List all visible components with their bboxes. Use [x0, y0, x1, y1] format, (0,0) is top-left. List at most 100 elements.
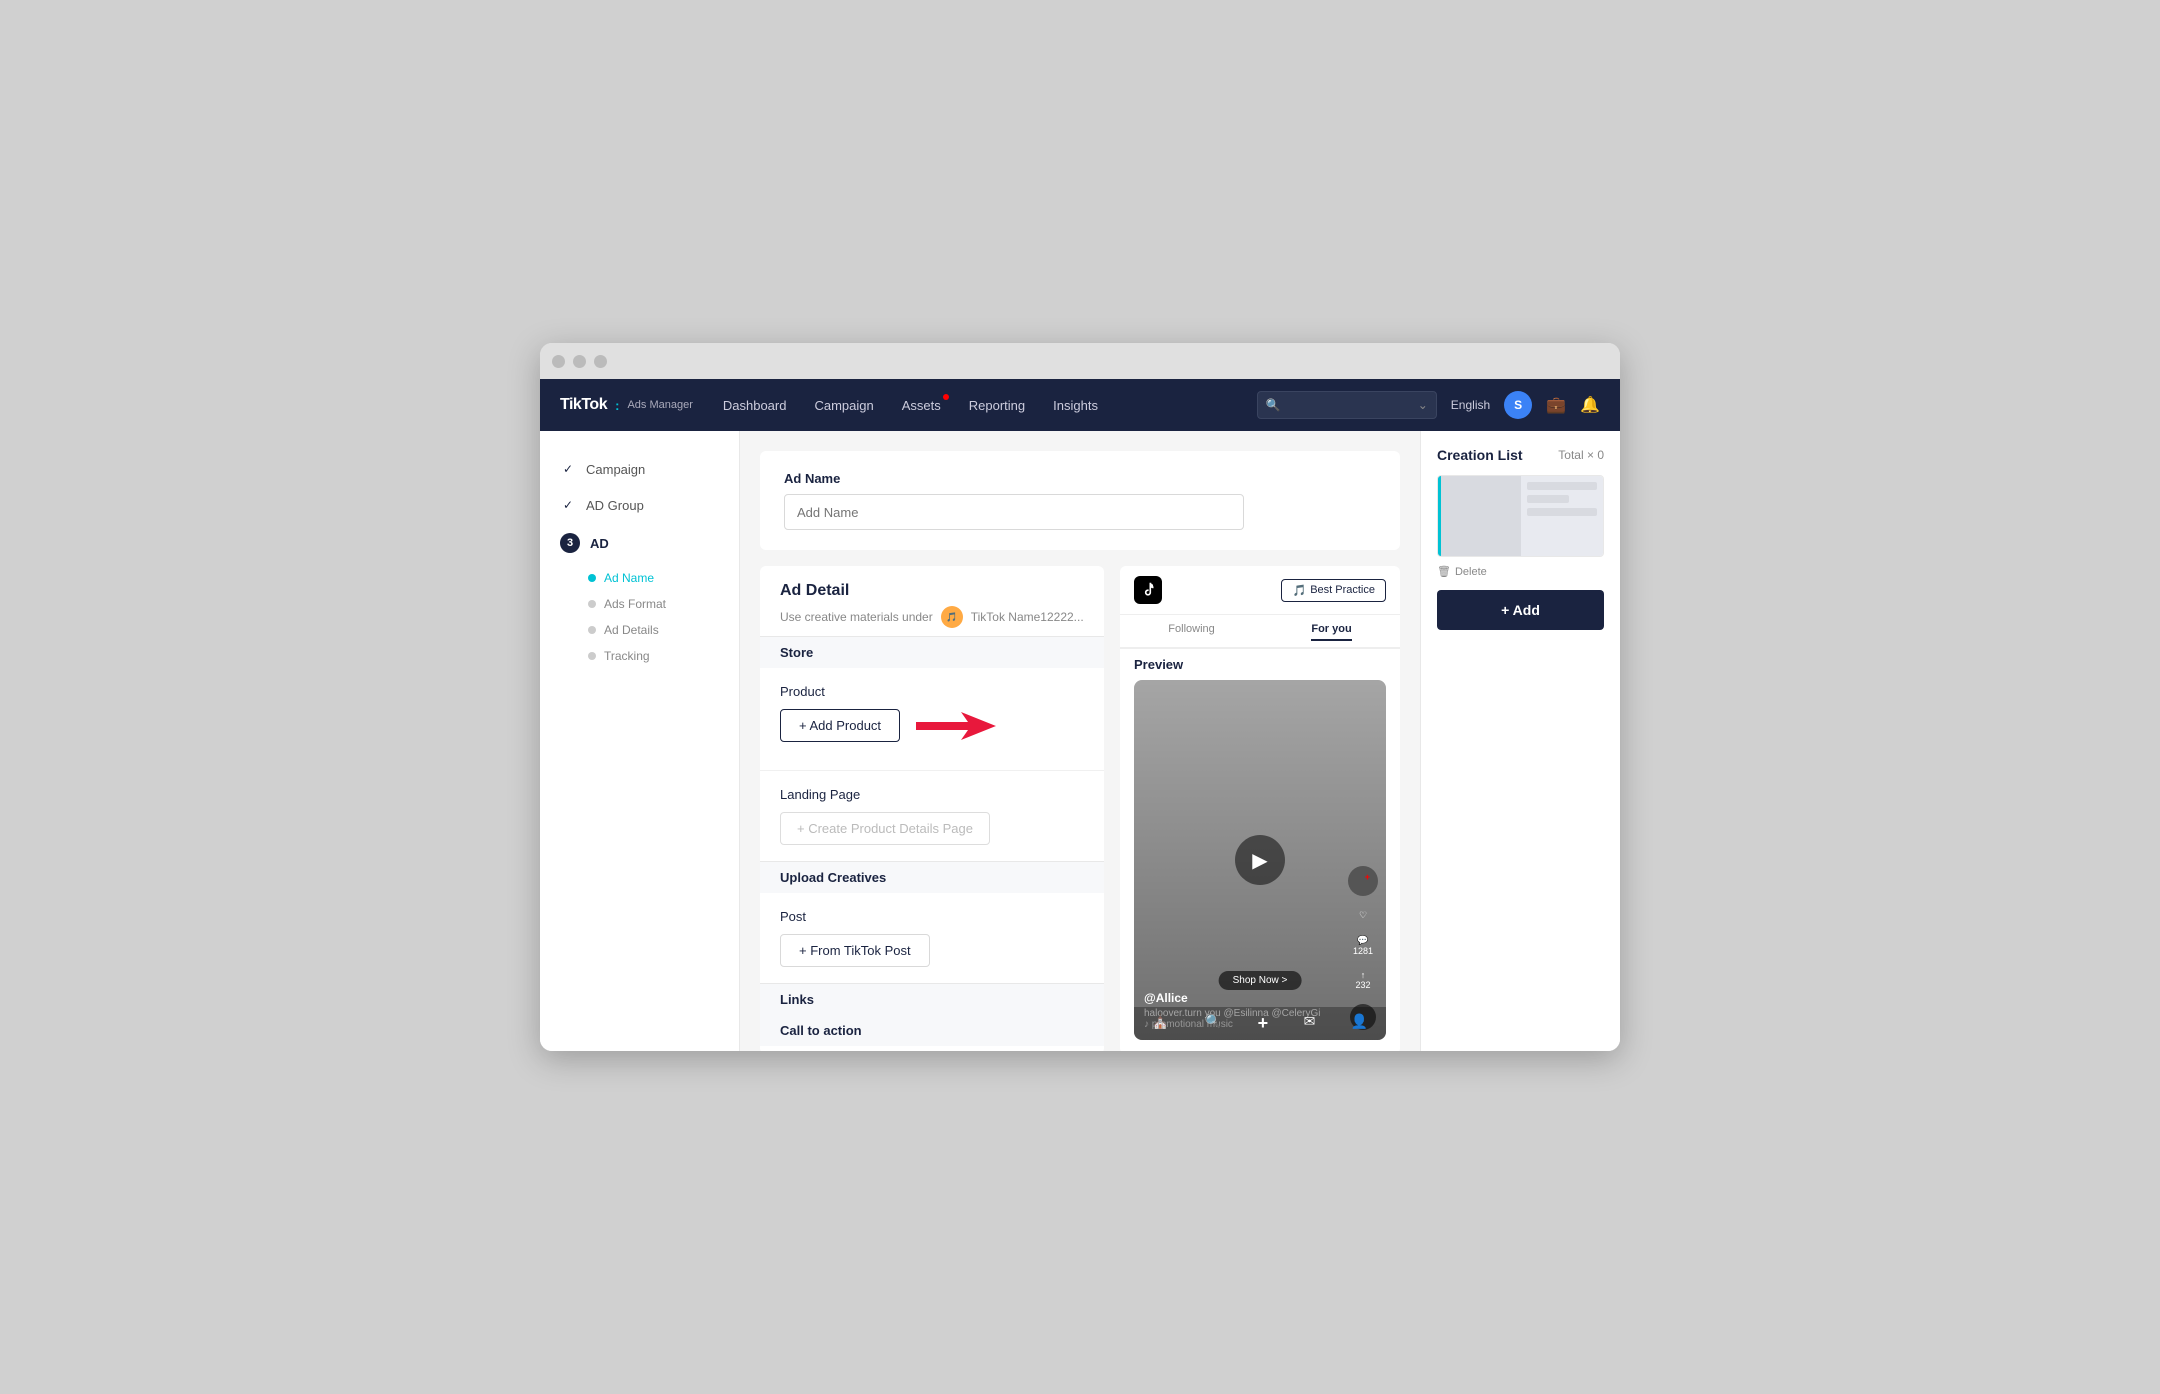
landing-page-label: Landing Page [780, 787, 1084, 802]
from-tiktok-label: + From TikTok Post [799, 943, 911, 958]
minimize-btn[interactable] [573, 355, 586, 368]
titlebar [540, 343, 1620, 379]
briefcase-icon[interactable]: 💼 [1546, 395, 1566, 415]
home-icon: ⛪ [1152, 1013, 1169, 1034]
nav-assets[interactable]: Assets [902, 398, 941, 413]
ad-detail-card: Ad Detail Use creative materials under 🎵… [760, 566, 1104, 1051]
dot-icon-3 [588, 626, 596, 634]
sidebar-sub-tracking[interactable]: Tracking [540, 641, 739, 667]
close-btn[interactable] [552, 355, 565, 368]
preview-video: ▶ @Allice haloover.turn you @Esilinna @C… [1134, 680, 1386, 1040]
account-avatar: 🎵 [941, 606, 963, 628]
video-username: @Allice [1144, 991, 1346, 1005]
maximize-btn[interactable] [594, 355, 607, 368]
sidebar-adname-label: Ad Name [604, 571, 654, 585]
cta-section-header: Call to action [760, 1015, 1104, 1046]
upload-creatives-header: Upload Creatives [760, 861, 1104, 893]
tiktok-logo-icon [1139, 581, 1157, 599]
inbox-icon: ✉ [1304, 1013, 1316, 1034]
creation-list-panel: Creation List Total × 0 🗑 Delete [1420, 431, 1620, 1051]
add-product-button[interactable]: + Add Product [780, 709, 900, 742]
preview-line-1 [1527, 482, 1598, 490]
account-name-text: TikTok Name12222... [971, 610, 1084, 624]
arrow-icon [906, 708, 996, 744]
notification-icon[interactable]: 🔔 [1580, 395, 1600, 415]
sidebar-item-ad[interactable]: 3 AD [540, 523, 739, 563]
create-landing-page-label: + Create Product Details Page [797, 821, 973, 836]
search-icon-video: 🔍 [1205, 1013, 1222, 1034]
total-badge: Total × 0 [1558, 448, 1604, 462]
plus-red-icon: + [1365, 872, 1370, 882]
tiktok-logo: TikTok : Ads Manager [560, 396, 693, 414]
app-window: TikTok : Ads Manager Dashboard Campaign … [540, 343, 1620, 1051]
post-label: Post [780, 909, 1084, 924]
best-practice-button[interactable]: 🎵 Best Practice [1281, 579, 1386, 602]
store-section-header: Store [760, 636, 1104, 668]
preview-right-area [1521, 476, 1604, 556]
nav-campaign[interactable]: Campaign [814, 398, 873, 413]
active-dot-icon [588, 574, 596, 582]
ad-name-input[interactable] [784, 494, 1244, 530]
play-button[interactable]: ▶ [1235, 835, 1285, 885]
comment-count: 1281 [1353, 946, 1373, 956]
video-bottom-icons: ⛪ 🔍 + ✉ 👤 [1134, 1007, 1386, 1040]
nav-dashboard[interactable]: Dashboard [723, 398, 787, 413]
delete-link[interactable]: 🗑 Delete [1437, 565, 1604, 578]
nav-reporting[interactable]: Reporting [969, 398, 1025, 413]
comment-action[interactable]: 💬 1281 [1353, 935, 1373, 956]
landing-page-section: Landing Page + Create Product Details Pa… [760, 771, 1104, 861]
trash-icon: 🗑 [1437, 565, 1451, 578]
language-selector[interactable]: English [1451, 398, 1490, 412]
sidebar-addetails-label: Ad Details [604, 623, 659, 637]
tab-following[interactable]: Following [1168, 623, 1214, 639]
arrow-annotation [906, 708, 996, 744]
like-action[interactable]: ♡ [1359, 910, 1367, 921]
post-section-body: Post + From TikTok Post [760, 893, 1104, 983]
nav-insights[interactable]: Insights [1053, 398, 1098, 413]
preview-title: Preview [1120, 649, 1400, 680]
add-product-btn-label: + Add Product [799, 718, 881, 733]
delete-label: Delete [1455, 566, 1487, 578]
preview-top-bar: 🎵 Best Practice [1120, 566, 1400, 615]
plus-action: + [1348, 866, 1378, 896]
preview-panel: 🎵 Best Practice Following For you Previe… [1120, 566, 1400, 1051]
content-area: Ad Name Ad Detail Use creative materials… [740, 431, 1420, 1051]
profile-icon: 👤 [1351, 1013, 1368, 1034]
sidebar-sub-addetails[interactable]: Ad Details [540, 615, 739, 641]
nav-links: Dashboard Campaign Assets Reporting Insi… [723, 398, 1257, 413]
heart-icon: ♡ [1359, 910, 1367, 921]
sidebar-item-campaign[interactable]: ✓ Campaign [540, 451, 739, 487]
preview-tabs: Following For you [1120, 615, 1400, 649]
video-right-actions: + ♡ 💬 1281 ↑ 232 [1348, 866, 1378, 1030]
product-label: Product [780, 684, 1084, 699]
ad-detail-title: Ad Detail [780, 582, 1084, 600]
dot-icon-4 [588, 652, 596, 660]
add-creation-button[interactable]: + Add [1437, 590, 1604, 630]
creation-preview-image [1438, 476, 1603, 556]
share-icon: ↑ [1361, 970, 1366, 980]
sidebar-item-adgroup[interactable]: ✓ AD Group [540, 487, 739, 523]
tab-for-you[interactable]: For you [1311, 623, 1351, 641]
share-action[interactable]: ↑ 232 [1355, 970, 1370, 990]
sidebar-sub-adname[interactable]: Ad Name [540, 563, 739, 589]
product-section-body: Product + Add Product [760, 668, 1104, 770]
user-avatar[interactable]: S [1504, 391, 1532, 419]
sidebar-tracking-label: Tracking [604, 649, 650, 663]
create-landing-page-button[interactable]: + Create Product Details Page [780, 812, 990, 845]
shop-now-bar[interactable]: Shop Now > [1219, 971, 1302, 990]
sidebar-sub-adsformat[interactable]: Ads Format [540, 589, 739, 615]
from-tiktok-post-button[interactable]: + From TikTok Post [780, 934, 930, 967]
preview-line-2 [1527, 495, 1569, 503]
creative-label-text: Use creative materials under [780, 610, 933, 624]
add-video-icon[interactable]: + [1258, 1013, 1269, 1034]
step-number: 3 [560, 533, 580, 553]
shop-now-label: Shop Now > [1233, 975, 1288, 986]
search-bar[interactable]: 🔍 ⌄ [1257, 391, 1437, 419]
creative-account: Use creative materials under 🎵 TikTok Na… [780, 606, 1084, 628]
sidebar-campaign-label: Campaign [586, 462, 645, 477]
logo-text: TikTok [560, 396, 607, 414]
comment-icon: 💬 [1357, 935, 1368, 946]
creation-list-title: Creation List [1437, 447, 1523, 463]
assets-badge [943, 394, 949, 400]
tiktok-small-logo [1134, 576, 1162, 604]
